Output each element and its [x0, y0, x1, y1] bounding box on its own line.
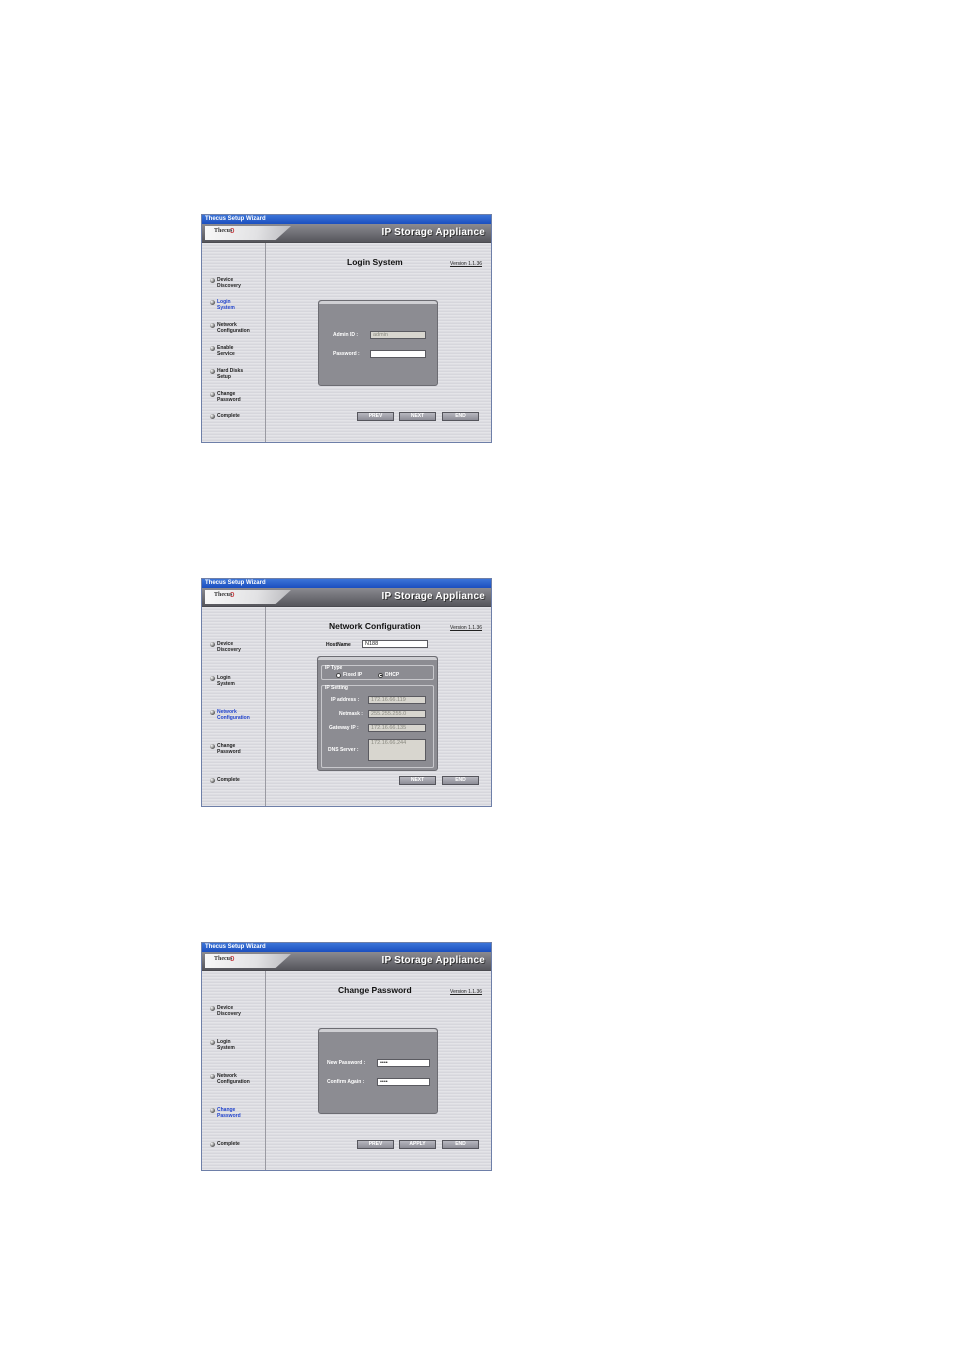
nav-item-login-system[interactable]: Login System: [210, 299, 265, 311]
wizard-body: Device Discovery Login System Network Co…: [202, 971, 491, 1170]
hostname-label: HostName: [326, 642, 351, 648]
dns-server-label: DNS Server :: [328, 747, 359, 753]
bullet-icon: [210, 710, 215, 715]
bullet-icon: [210, 642, 215, 647]
nav-item-device-discovery[interactable]: Device Discovery: [210, 641, 265, 653]
page-title: Change Password: [338, 985, 412, 995]
wizard-body: Device Discovery Login System Network Co…: [202, 607, 491, 806]
nav-item-network-configuration[interactable]: Network Configuration: [210, 709, 265, 721]
apply-button[interactable]: APPLY: [399, 1140, 436, 1149]
logo-swirl-icon: ↄ: [230, 953, 235, 963]
banner: Thecus ↄ IP Storage Appliance: [202, 952, 491, 971]
bullet-icon: [210, 346, 215, 351]
password-panel: New Password : •••• Confirm Again : ••••: [318, 1028, 438, 1114]
login-panel: Admin ID : admin Password :: [318, 300, 438, 386]
bullet-icon: [210, 1142, 215, 1147]
banner: Thecus ↄ IP Storage Appliance: [202, 588, 491, 607]
nav-item-device-discovery[interactable]: Device Discovery: [210, 1005, 265, 1017]
wizard-sidebar: Device Discovery Login System Network Co…: [202, 971, 266, 1170]
nav-item-complete[interactable]: Complete: [210, 777, 265, 783]
nav-item-complete[interactable]: Complete: [210, 1141, 265, 1147]
network-window: Thecus Setup Wizard Thecus ↄ IP Storage …: [201, 578, 492, 807]
page-title: Login System: [347, 257, 403, 267]
bullet-icon: [210, 1006, 215, 1011]
confirm-again-label: Confirm Again :: [327, 1079, 365, 1085]
prev-button[interactable]: PREV: [357, 1140, 394, 1149]
prev-button[interactable]: PREV: [357, 412, 394, 421]
radio-checked-icon: [378, 672, 383, 678]
version-link[interactable]: Version 1.1.36: [450, 989, 482, 995]
admin-id-input[interactable]: admin: [370, 331, 426, 339]
version-link[interactable]: Version 1.1.36: [450, 261, 482, 267]
netmask-label: Netmask :: [339, 711, 363, 717]
logo-swirl-icon: ↄ: [230, 225, 235, 235]
nav-item-change-password[interactable]: Change Password: [210, 743, 265, 755]
bullet-icon: [210, 323, 215, 328]
radio-unchecked-icon: [336, 672, 341, 678]
password-input[interactable]: [370, 350, 426, 358]
next-button[interactable]: NEXT: [399, 776, 436, 785]
netmask-input[interactable]: 255.255.255.0: [368, 710, 426, 718]
wizard-body: Device Discovery Login System Network Co…: [202, 243, 491, 442]
banner: Thecus ↄ IP Storage Appliance: [202, 224, 491, 243]
nav-item-network-configuration[interactable]: Network Configuration: [210, 1073, 265, 1085]
page-title: Network Configuration: [329, 621, 421, 631]
ip-type-title: IP Type: [325, 665, 343, 671]
nav-item-enable-service[interactable]: Enable Service: [210, 345, 265, 357]
gateway-input[interactable]: 172.16.66.135: [368, 724, 426, 732]
bullet-icon: [210, 300, 215, 305]
admin-id-label: Admin ID :: [333, 332, 358, 338]
nav-item-hard-disks-setup[interactable]: Hard Disks Setup: [210, 368, 265, 380]
end-button[interactable]: END: [442, 412, 479, 421]
bullet-icon: [210, 278, 215, 283]
nav-item-change-password[interactable]: Change Password: [210, 391, 265, 403]
bullet-icon: [210, 369, 215, 374]
next-button[interactable]: NEXT: [399, 412, 436, 421]
bullet-icon: [210, 1040, 215, 1045]
bullet-icon: [210, 1108, 215, 1113]
gateway-label: Gateway IP :: [329, 725, 359, 731]
end-button[interactable]: END: [442, 776, 479, 785]
password-label: Password :: [333, 351, 360, 357]
bullet-icon: [210, 414, 215, 419]
nav-item-complete[interactable]: Complete: [210, 413, 265, 419]
dhcp-radio[interactable]: DHCP: [378, 672, 399, 678]
confirm-again-input[interactable]: ••••: [377, 1078, 430, 1086]
banner-title: IP Storage Appliance: [381, 591, 485, 602]
password-window: Thecus Setup Wizard Thecus ↄ IP Storage …: [201, 942, 492, 1171]
bullet-icon: [210, 744, 215, 749]
nav-item-login-system[interactable]: Login System: [210, 1039, 265, 1051]
bullet-icon: [210, 1074, 215, 1079]
bullet-icon: [210, 392, 215, 397]
bullet-icon: [210, 676, 215, 681]
hostname-input[interactable]: N188: [362, 640, 428, 648]
ip-setting-title: IP Setting: [325, 685, 348, 691]
dns-server-input[interactable]: 172.16.66.244: [368, 739, 426, 761]
ip-setting-group: IP Setting IP address : 172.16.66.119 Ne…: [321, 685, 434, 768]
ip-address-label: IP address :: [331, 697, 360, 703]
window-title: Thecus Setup Wizard: [202, 579, 491, 588]
window-title: Thecus Setup Wizard: [202, 943, 491, 952]
logo-swirl-icon: ↄ: [230, 589, 235, 599]
window-title: Thecus Setup Wizard: [202, 215, 491, 224]
nav-item-network-configuration[interactable]: Network Configuration: [210, 322, 265, 334]
ip-address-input[interactable]: 172.16.66.119: [368, 696, 426, 704]
nav-item-device-discovery[interactable]: Device Discovery: [210, 277, 265, 289]
banner-title: IP Storage Appliance: [381, 227, 485, 238]
fixed-ip-radio[interactable]: Fixed IP: [336, 672, 362, 678]
end-button[interactable]: END: [442, 1140, 479, 1149]
nav-item-login-system[interactable]: Login System: [210, 675, 265, 687]
nav-item-change-password[interactable]: Change Password: [210, 1107, 265, 1119]
ip-type-group: IP Type Fixed IP DHCP: [321, 665, 434, 680]
banner-title: IP Storage Appliance: [381, 955, 485, 966]
wizard-sidebar: Device Discovery Login System Network Co…: [202, 607, 266, 806]
network-panel: IP Type Fixed IP DHCP IP Setting IP addr…: [317, 656, 438, 771]
new-password-label: New Password :: [327, 1060, 366, 1066]
wizard-sidebar: Device Discovery Login System Network Co…: [202, 243, 266, 442]
version-link[interactable]: Version 1.1.36: [450, 625, 482, 631]
login-window: Thecus Setup Wizard Thecus ↄ IP Storage …: [201, 214, 492, 443]
new-password-input[interactable]: ••••: [377, 1059, 430, 1067]
bullet-icon: [210, 778, 215, 783]
